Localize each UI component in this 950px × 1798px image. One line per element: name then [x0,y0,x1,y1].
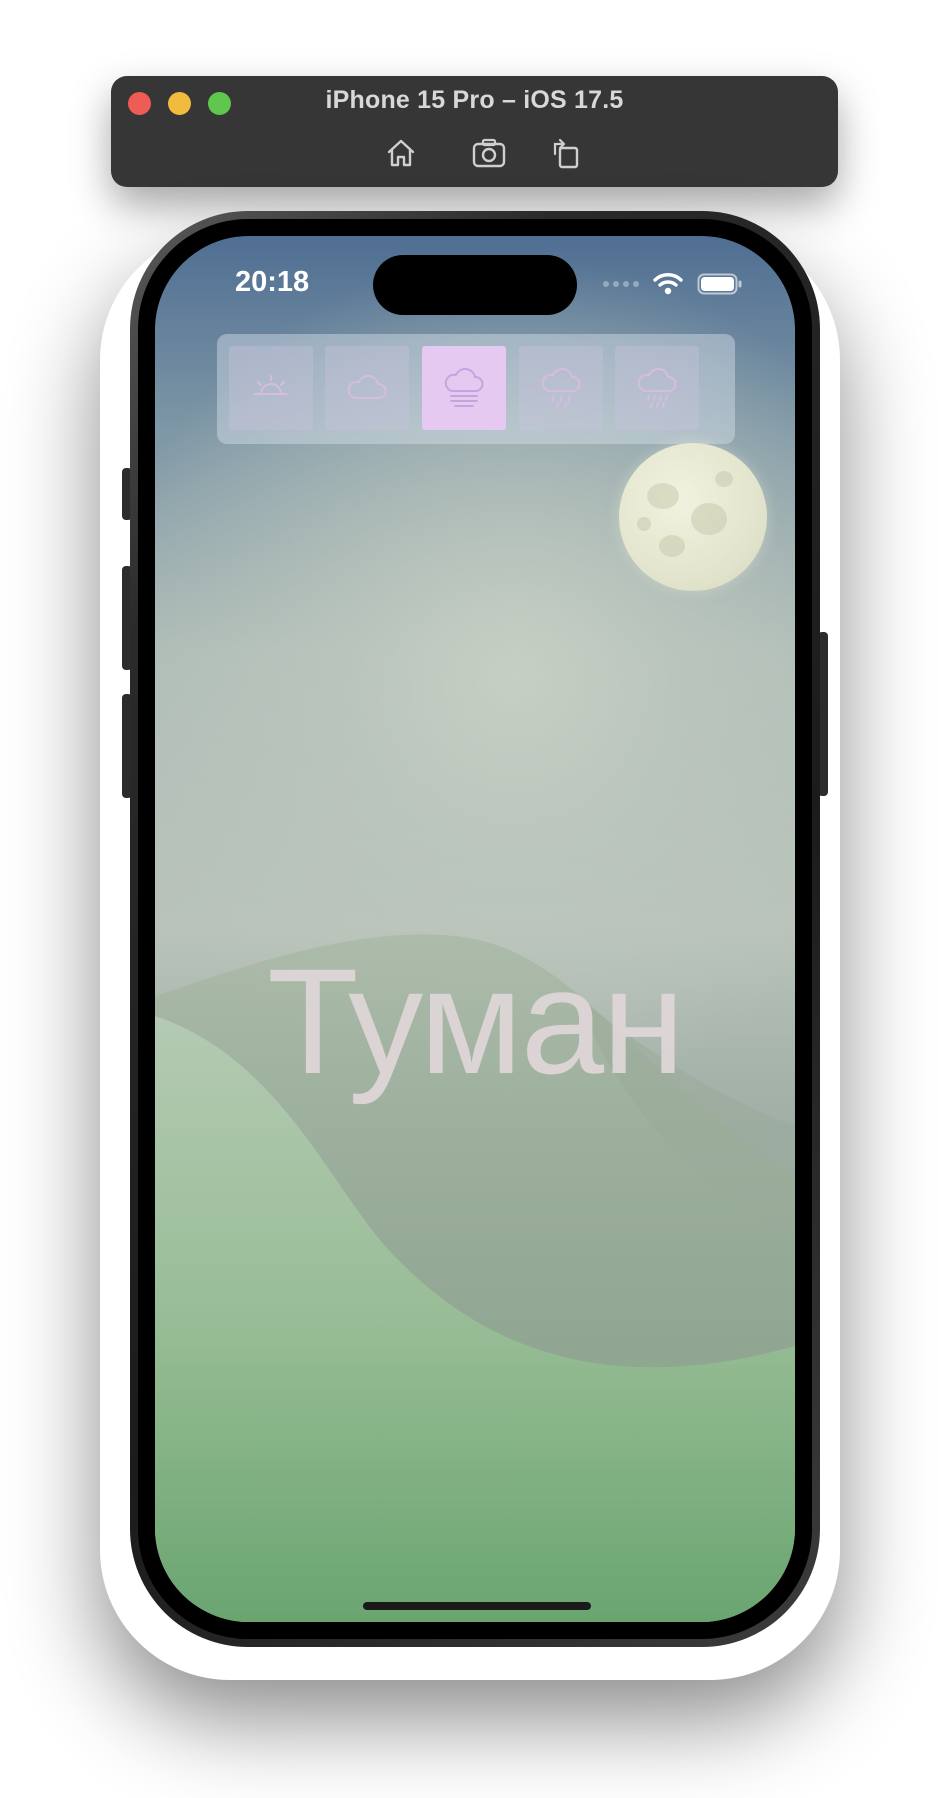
screenshot-icon [472,138,506,168]
status-indicators [603,272,743,296]
cellular-signal-icon [603,281,639,287]
status-time: 20:18 [235,266,310,298]
weather-condition-label: Туман [267,937,685,1105]
home-button[interactable] [383,135,419,171]
cloud-icon [347,374,387,399]
sun-icon [254,375,288,395]
weather-type-selector [217,334,735,444]
rotate-button[interactable] [548,135,584,171]
home-indicator[interactable] [363,1602,591,1610]
screenshot-button[interactable] [471,135,507,171]
battery-icon [697,273,742,295]
dynamic-island [373,255,577,315]
segment-hail[interactable] [615,346,699,430]
segment-cloud[interactable] [325,346,409,430]
moon-illustration [619,443,767,591]
rotate-icon [553,138,579,169]
simulator-toolbar: iPhone 15 Pro – iOS 17.5 [111,76,838,187]
hail-icon [637,367,677,408]
app-screen: 20:18 Туман [155,236,795,1622]
home-icon [387,139,415,167]
segment-rain[interactable] [519,346,603,430]
fog-icon [444,367,484,407]
wifi-icon [653,273,683,295]
segment-sun[interactable] [229,346,313,430]
simulator-title: iPhone 15 Pro – iOS 17.5 [325,86,624,114]
rain-icon [541,367,581,409]
segment-fog[interactable] [422,346,506,430]
